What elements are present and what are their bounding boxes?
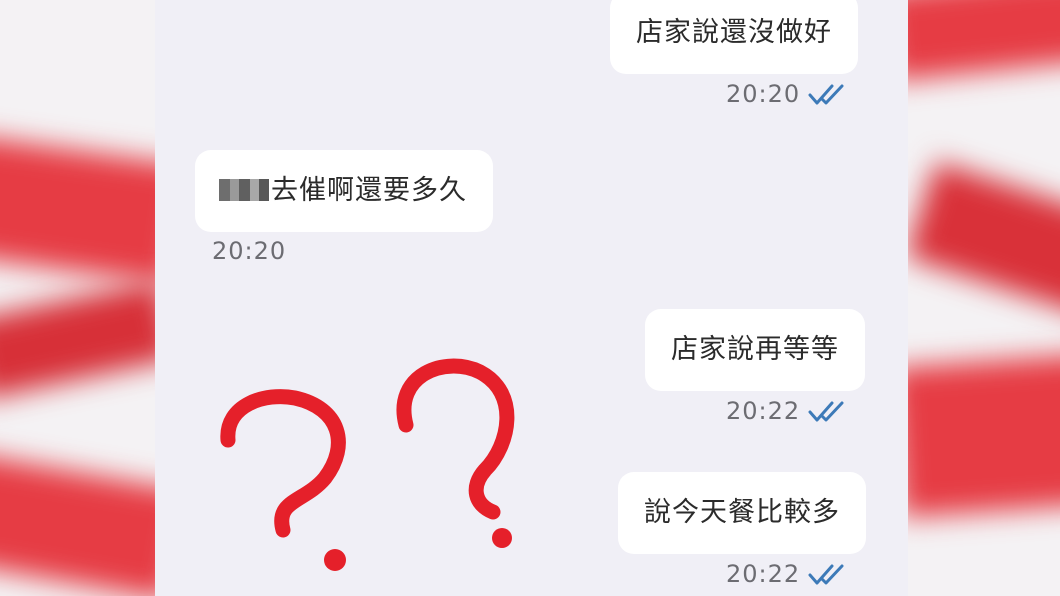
- chat-conversation[interactable]: 店家說還沒做好 20:20 去催啊還要多久 20:20 店家說再等等 20:22: [155, 0, 908, 596]
- blurred-background-right: [906, 0, 1060, 596]
- question-marks-doodle: ??: [220, 358, 515, 571]
- blurred-background-left: [0, 0, 160, 596]
- screenshot-frame: 店家說還沒做好 20:20 去催啊還要多久 20:20 店家說再等等 20:22: [0, 0, 1060, 596]
